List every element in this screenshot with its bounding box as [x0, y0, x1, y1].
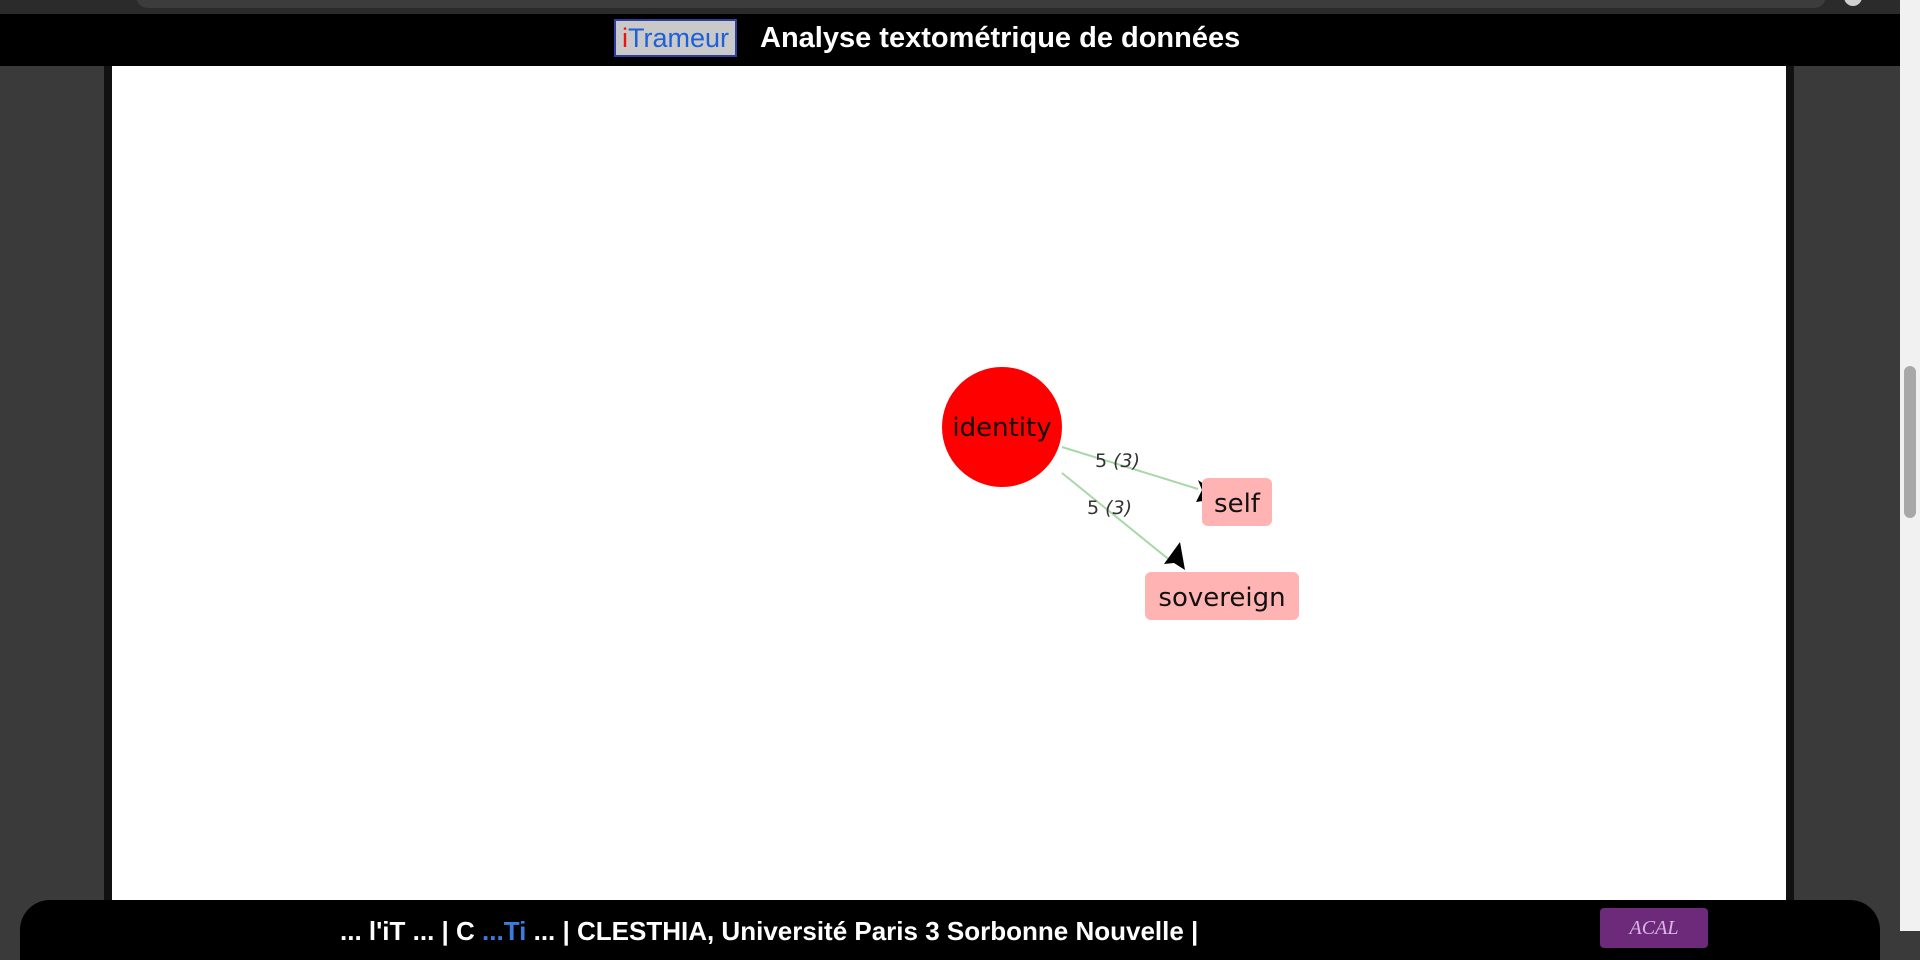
itrameur-logo-link[interactable]: i Trameur: [614, 19, 738, 57]
page-footer: ... l'iT ... | C ...Ti ... | CLESTHIA, U…: [20, 900, 1880, 960]
edge-label-identity-self: 5 (3): [1095, 450, 1140, 472]
browser-chrome: [0, 0, 1920, 14]
panel-border-left: [104, 66, 112, 931]
address-bar[interactable]: [136, 0, 1826, 8]
app-header: i Trameur Analyse textométrique de donnée…: [0, 14, 1900, 66]
edge-label-docs: (3): [1113, 450, 1140, 472]
edge-label-freq: 5: [1087, 497, 1099, 519]
footer-part1: ... l'iT: [340, 916, 406, 946]
acal-logo[interactable]: ACAL: [1600, 908, 1708, 948]
graph-node-self[interactable]: self: [1202, 478, 1272, 526]
footer-part2: ... | C: [412, 916, 475, 946]
left-gutter: [0, 66, 104, 931]
node-label: self: [1214, 489, 1261, 519]
graph-panel: 5 (3) 5 (3) identity self sovereign: [112, 66, 1786, 900]
page-scrollbar[interactable]: [1900, 0, 1920, 931]
profile-icon[interactable]: [1844, 0, 1862, 6]
edge-label-identity-sovereign: 5 (3): [1087, 497, 1132, 519]
cooccurrence-graph[interactable]: 5 (3) 5 (3) identity self sovereign: [112, 66, 1786, 900]
brand-name: Trameur: [628, 22, 730, 53]
graph-node-identity[interactable]: identity: [942, 367, 1062, 487]
page-title: Analyse textométrique de données: [760, 22, 1241, 54]
scrollbar-thumb[interactable]: [1904, 366, 1916, 518]
edge-label-freq: 5: [1095, 450, 1107, 472]
footer-credits: ... l'iT ... | C ...Ti ... | CLESTHIA, U…: [340, 916, 1198, 947]
node-label: identity: [952, 413, 1051, 443]
graph-node-sovereign[interactable]: sovereign: [1145, 572, 1299, 620]
edge-label-docs: (3): [1105, 497, 1132, 519]
footer-link[interactable]: ...Ti: [482, 916, 526, 946]
footer-part3: ... | CLESTHIA, Université Paris 3 Sorbo…: [533, 916, 1199, 946]
edge-arrow-sovereign: [1164, 542, 1185, 570]
panel-border-right: [1786, 66, 1794, 931]
node-label: sovereign: [1158, 583, 1285, 613]
